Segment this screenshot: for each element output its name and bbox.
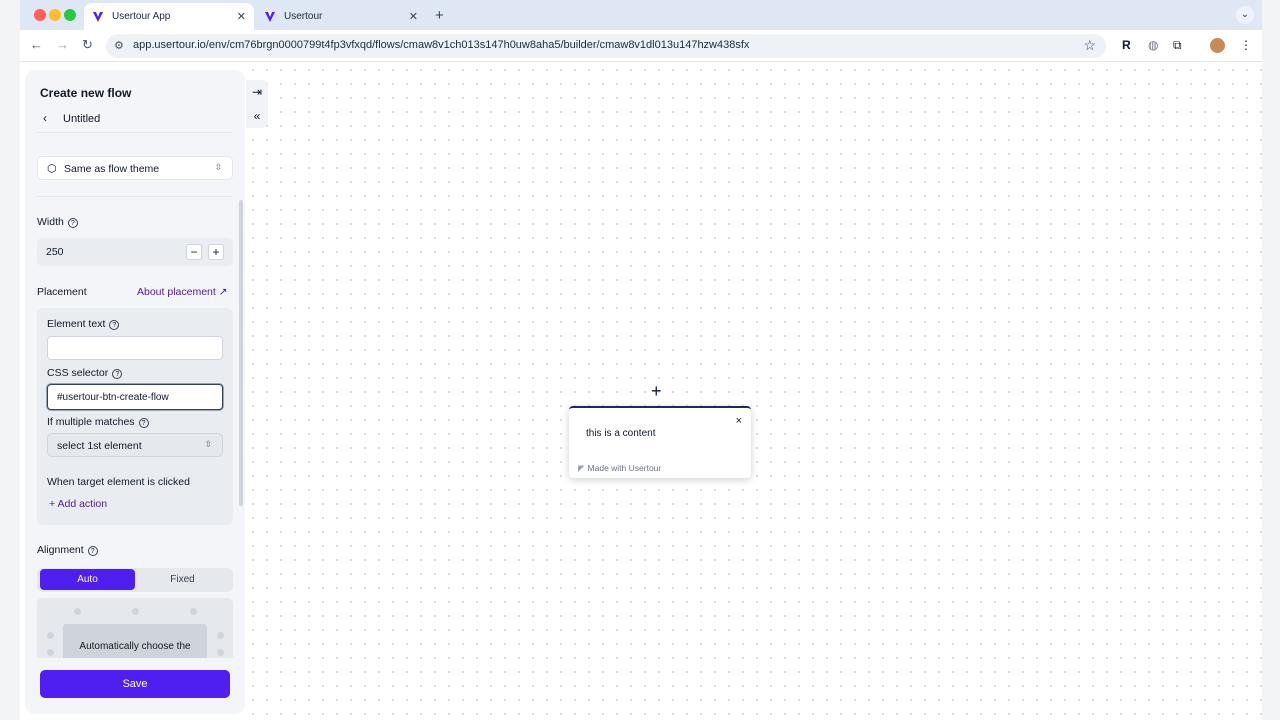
external-link-icon: ↗ [218,286,228,298]
flow-editor-sidebar: Create new flow ‹ Untitled ⬡ Same as flo… [25,70,245,714]
chevron-updown-icon: ⇳ [204,439,212,449]
extensions-puzzle-icon[interactable]: ⧉ [1173,38,1182,53]
reload-icon[interactable]: ↻ [82,37,93,53]
profile-avatar[interactable] [1210,38,1225,53]
multiple-matches-value: select 1st element [57,440,142,452]
css-selector-input[interactable]: #usertour-btn-create-flow [47,384,223,410]
help-icon[interactable]: ? [112,369,123,379]
about-placement-link[interactable]: About placement ↗ [137,286,228,298]
alignment-dot[interactable] [47,649,54,656]
alignment-fixed-button[interactable]: Fixed [135,569,230,590]
forward-arrow-icon[interactable]: → [56,37,69,52]
multiple-matches-label: If multiple matches? [47,416,149,428]
tab-search-icon[interactable]: ⌄ [1236,6,1254,24]
multiple-matches-label-text: If multiple matches [47,416,135,428]
theme-select[interactable]: ⬡ Same as flow theme ⇳ [37,156,233,180]
screen: Usertour App ✕ Usertour ✕ + ⌄ ← → ↻ ⚙ ap… [0,0,1280,720]
expand-panel-icon[interactable]: ⇥ [246,80,268,104]
placement-label: Placement [37,286,87,298]
alignment-label-text: Alignment [37,544,84,556]
close-window-button[interactable] [34,9,46,21]
browser-toolbar: ← → ↻ ⚙ app.usertour.io/env/cm76brgn0000… [20,30,1262,62]
site-settings-icon[interactable]: ⚙ [114,39,124,52]
tab-title: Usertour App [112,11,171,22]
add-action-link[interactable]: + Add action [49,498,107,510]
element-text-label-text: Element text [47,318,106,330]
back-arrow-icon[interactable]: ← [30,37,43,52]
alignment-toggle: Auto Fixed [37,568,233,592]
about-placement-text: About placement [137,286,216,298]
extension-r-icon[interactable]: R [1122,38,1131,52]
url-text: app.usertour.io/env/cm76brgn0000799t4fp3… [133,39,750,51]
help-icon[interactable]: ? [67,218,78,228]
builder-canvas[interactable] [246,63,1262,720]
alignment-dot[interactable] [217,632,224,639]
alignment-dot[interactable] [190,608,197,615]
multiple-matches-select[interactable]: select 1st element ⇳ [47,433,223,457]
help-icon[interactable]: ? [87,546,98,556]
divider [37,132,233,133]
alignment-dot[interactable] [132,608,139,615]
usertour-logo-icon [264,11,276,23]
usertour-logo-icon [92,11,104,23]
tab-title: Usertour [284,11,323,22]
alignment-auto-button[interactable]: Auto [40,569,135,590]
css-selector-value: #usertour-btn-create-flow [57,392,169,403]
tab-strip: Usertour App ✕ Usertour ✕ + ⌄ [20,0,1262,30]
tab-usertour-app[interactable]: Usertour App ✕ [84,3,254,30]
close-tab-icon[interactable]: ✕ [237,10,246,23]
chevron-updown-icon: ⇳ [214,162,222,172]
step-name[interactable]: Untitled [63,113,100,125]
close-tab-icon[interactable]: ✕ [409,10,418,23]
element-text-input[interactable] [47,336,223,360]
popup-close-icon[interactable]: × [736,415,742,427]
back-chevron-icon[interactable]: ‹ [43,111,47,125]
alignment-label: Alignment? [37,544,98,556]
cube-icon: ⬡ [47,163,57,175]
usertour-brand-icon: ◤ [578,463,585,473]
new-tab-icon[interactable]: + [435,7,444,24]
increment-button[interactable]: + [208,244,224,260]
panel-toggle-group: ⇥ « [246,80,268,128]
width-stepper[interactable]: 250 − + [37,238,233,266]
popup-content[interactable]: this is a content [586,428,655,439]
collapse-panel-icon[interactable]: « [246,104,268,128]
width-label: Width? [37,216,78,228]
help-icon[interactable]: ? [109,320,120,330]
browser-menu-icon[interactable]: ⋮ [1240,38,1252,52]
help-icon[interactable]: ? [138,418,149,428]
address-bar[interactable]: ⚙ app.usertour.io/env/cm76brgn0000799t4f… [106,34,1106,58]
extension-badge-icon[interactable]: ◍ [1148,38,1158,52]
css-selector-label-text: CSS selector [47,367,109,379]
alignment-dot[interactable] [74,608,81,615]
branding-text: Made with Usertour [587,463,662,473]
alignment-dot[interactable] [47,632,54,639]
divider [37,196,233,197]
element-text-label: Element text? [47,318,120,330]
add-step-icon[interactable]: + [651,381,662,402]
tab-usertour[interactable]: Usertour ✕ [256,3,426,30]
clicked-label: When target element is clicked [47,476,190,488]
width-value[interactable]: 250 [46,246,64,258]
made-with-usertour[interactable]: ◤ Made with Usertour [578,463,661,474]
sidebar-scrollbar[interactable] [239,200,243,506]
alignment-dot[interactable] [217,649,224,656]
sidebar-title: Create new flow [40,86,132,100]
placement-panel: Element text? CSS selector? #usertour-bt… [37,308,233,525]
tooltip-preview: × this is a content ◤ Made with Usertour [569,406,751,478]
save-button[interactable]: Save [40,670,230,698]
bookmark-star-icon[interactable]: ☆ [1083,37,1096,54]
browser-window: Usertour App ✕ Usertour ✕ + ⌄ ← → ↻ ⚙ ap… [20,0,1262,720]
decrement-button[interactable]: − [186,244,202,260]
theme-select-value: Same as flow theme [64,163,160,175]
minimize-window-button[interactable] [49,9,61,21]
width-label-text: Width [37,216,64,228]
maximize-window-button[interactable] [64,9,76,21]
css-selector-label: CSS selector? [47,367,123,379]
